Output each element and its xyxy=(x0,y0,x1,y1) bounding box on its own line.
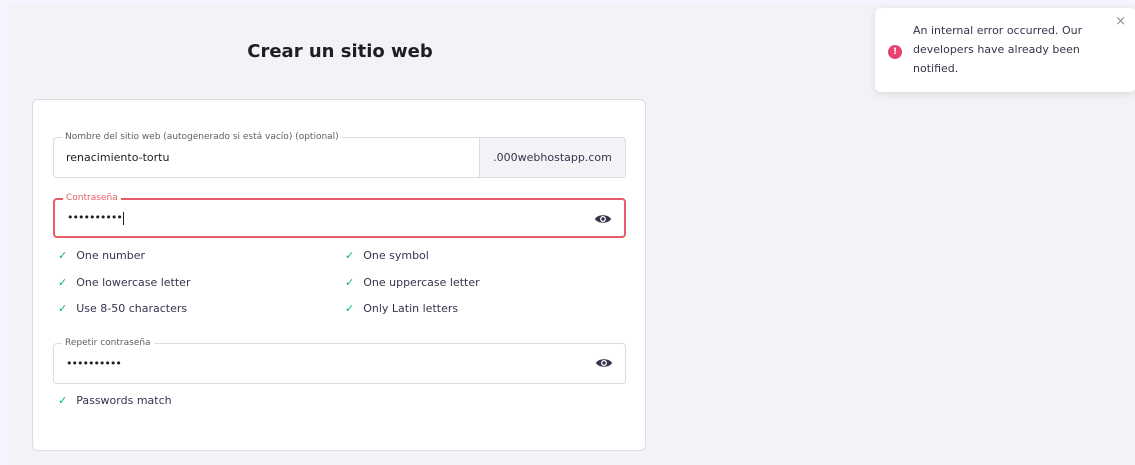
site-name-input[interactable]: renacimiento-tortu xyxy=(66,151,169,164)
check-icon: ✓ xyxy=(58,394,68,407)
error-toast: ! An internal error occurred. Our develo… xyxy=(875,8,1135,92)
repeat-password-label: Repetir contraseña xyxy=(62,337,154,349)
check-icon: ✓ xyxy=(345,302,355,315)
password-label: Contraseña xyxy=(63,192,121,204)
check-icon: ✓ xyxy=(345,249,355,262)
check-icon: ✓ xyxy=(58,302,68,315)
domain-suffix: .000webhostapp.com xyxy=(479,138,625,177)
toast-message: An internal error occurred. Our develope… xyxy=(913,24,1083,75)
password-input[interactable]: •••••••••• xyxy=(67,211,124,225)
repeat-password-input[interactable]: •••••••••• xyxy=(66,357,122,370)
eye-icon[interactable] xyxy=(594,211,612,227)
check-icon: ✓ xyxy=(58,249,68,262)
requirement-one-symbol: ✓ One symbol xyxy=(345,249,429,262)
requirement-latin: ✓ Only Latin letters xyxy=(345,302,459,315)
requirement-one-number: ✓ One number xyxy=(58,249,146,262)
passwords-match-status: ✓ Passwords match xyxy=(58,394,172,407)
requirement-lowercase: ✓ One lowercase letter xyxy=(58,276,191,289)
requirement-length: ✓ Use 8-50 characters xyxy=(58,302,188,315)
page-title: Crear un sitio web xyxy=(247,41,433,62)
close-icon[interactable]: × xyxy=(1115,14,1126,29)
check-icon: ✓ xyxy=(58,276,68,289)
text-caret xyxy=(122,211,124,225)
requirement-uppercase: ✓ One uppercase letter xyxy=(345,276,480,289)
eye-icon[interactable] xyxy=(595,355,613,371)
site-name-field[interactable]: Nombre del sitio web (autogenerado si es… xyxy=(53,131,626,178)
error-alert-icon: ! xyxy=(888,45,902,59)
site-name-label: Nombre del sitio web (autogenerado si es… xyxy=(62,131,342,143)
repeat-password-field[interactable]: Repetir contraseña •••••••••• xyxy=(53,337,626,384)
check-icon: ✓ xyxy=(345,276,355,289)
password-field[interactable]: Contraseña •••••••••• xyxy=(53,192,626,238)
